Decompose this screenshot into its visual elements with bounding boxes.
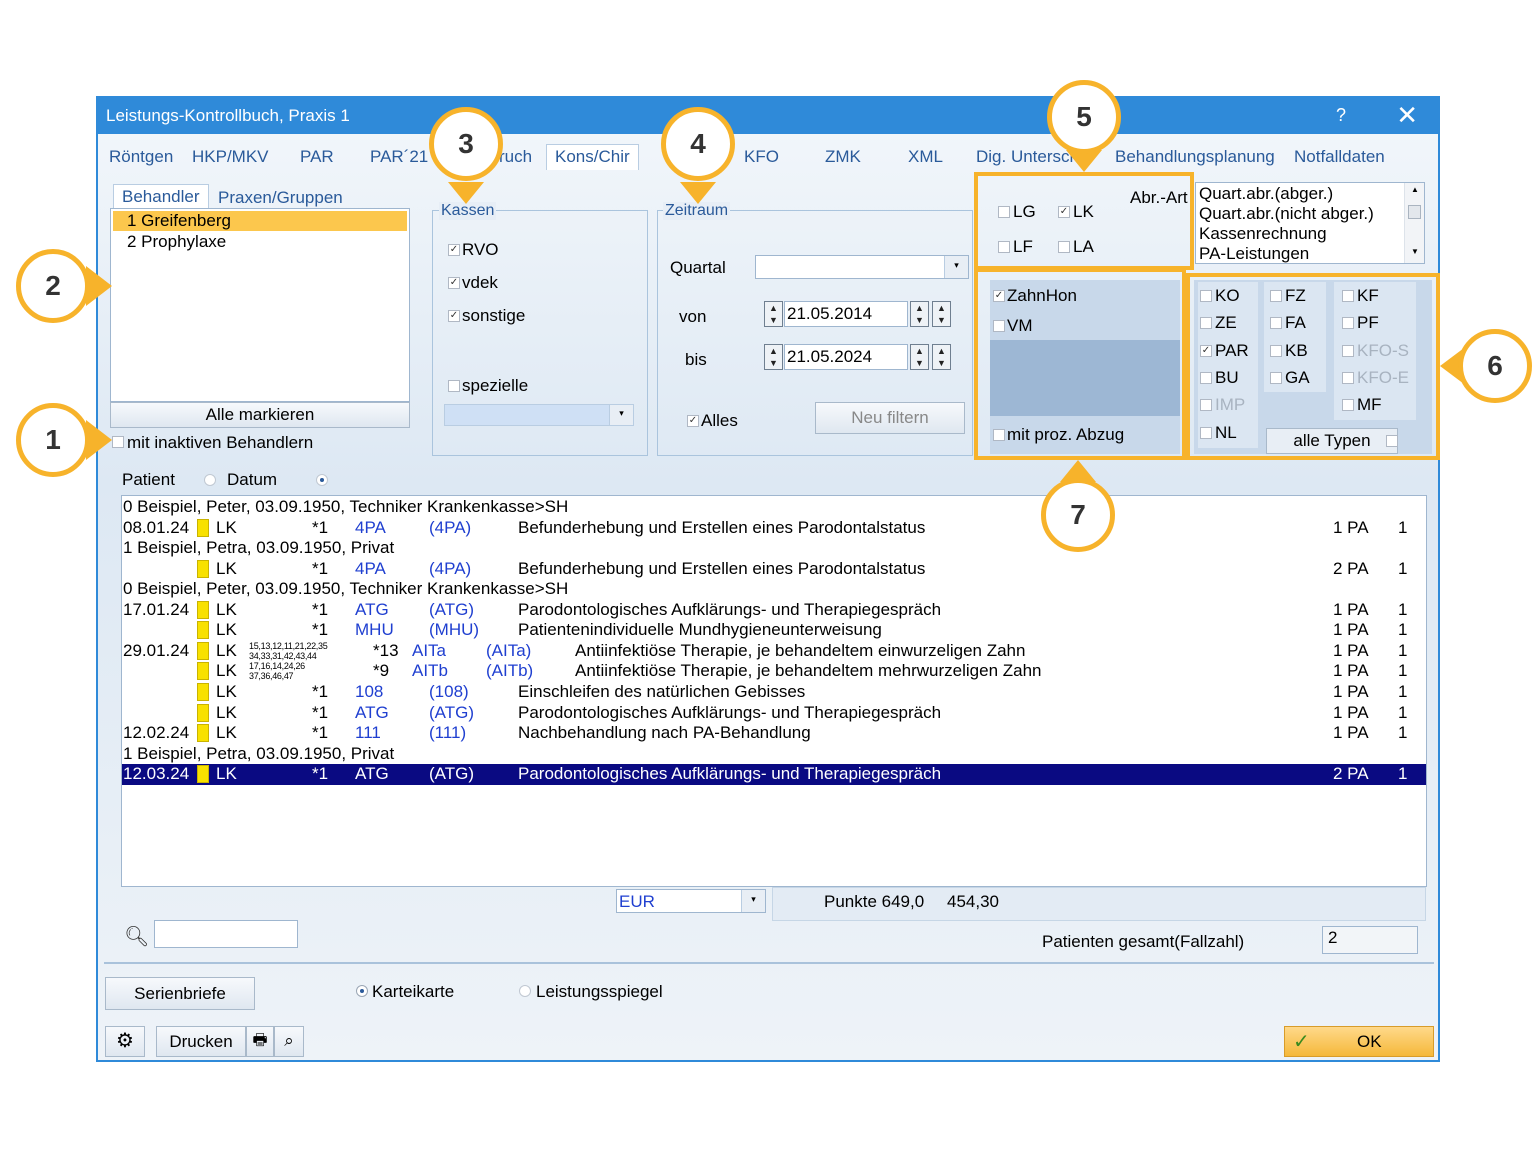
pointer-3 xyxy=(448,182,484,204)
callout-badge-3: 3 xyxy=(429,107,503,181)
callout-badge-2: 2 xyxy=(16,249,90,323)
callout-badge-4: 4 xyxy=(661,107,735,181)
callout-badge-1: 1 xyxy=(16,403,90,477)
callout-badge-6: 6 xyxy=(1458,329,1532,403)
callout-pointers xyxy=(86,150,1464,482)
callout-badge-7: 7 xyxy=(1041,478,1115,552)
callout-badge-5: 5 xyxy=(1047,80,1121,154)
pointer-4 xyxy=(680,182,716,204)
